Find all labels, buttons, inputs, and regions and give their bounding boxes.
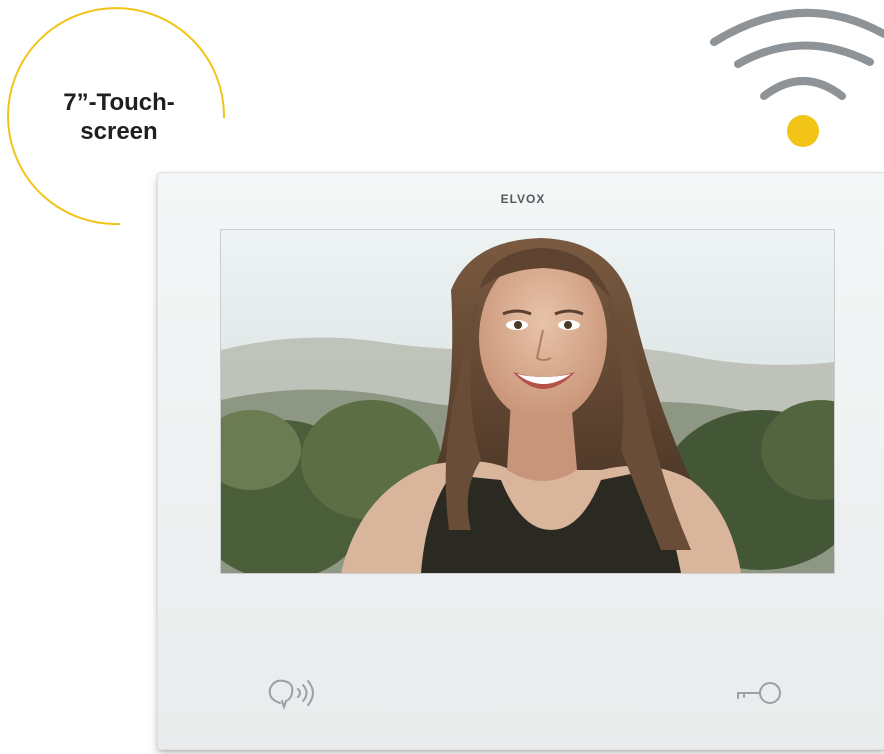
wifi-dot xyxy=(787,115,819,147)
video-image xyxy=(221,230,834,573)
video-intercom-monitor: ELVOX xyxy=(157,172,884,750)
key-icon xyxy=(737,682,781,704)
callout-label-line2: screen xyxy=(80,118,158,145)
wifi-icon xyxy=(700,0,884,160)
brand-logo: ELVOX xyxy=(500,192,546,206)
touchscreen-display[interactable] xyxy=(220,229,835,574)
talk-button[interactable] xyxy=(262,673,326,717)
wifi-arc-middle xyxy=(734,41,874,68)
callout-label-line1: 7”-Touch- xyxy=(63,89,175,116)
wifi-arc-outer xyxy=(710,8,884,46)
callout-label: 7”-Touch- screen xyxy=(44,88,194,146)
wifi-arc-inner xyxy=(760,77,846,100)
speak-icon xyxy=(268,679,314,711)
door-open-button[interactable] xyxy=(728,673,792,717)
